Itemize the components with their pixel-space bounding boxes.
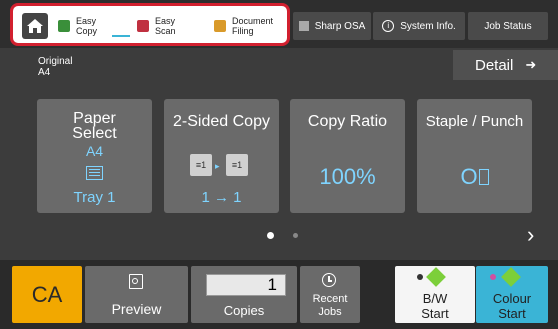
history-icon: [322, 273, 336, 287]
detail-label: Detail: [475, 56, 514, 74]
home-button[interactable]: [22, 13, 48, 39]
tile-paper-select[interactable]: Paper Select A4 Tray 1: [37, 99, 152, 213]
copies-label: Copies: [223, 303, 265, 318]
shortcut-label: Document Filing: [232, 16, 274, 36]
sharp-osa-button[interactable]: Sharp OSA: [293, 12, 371, 40]
tile-2-sided-copy[interactable]: 2-Sided Copy ≡1 ▸ ≡1 1 → 1: [164, 99, 279, 213]
system-info-button[interactable]: i System Info.: [373, 12, 465, 40]
page-indicator[interactable]: [293, 233, 298, 238]
copies-control[interactable]: 1 Copies: [191, 266, 297, 323]
colour-start-button[interactable]: Colour Start: [476, 266, 548, 323]
copies-input[interactable]: 1: [206, 274, 286, 296]
shortcut-easy-copy[interactable]: Easy Copy: [58, 12, 97, 40]
recent-jobs-label: Recent Jobs: [312, 293, 348, 318]
copier-screen: Easy Copy Easy Scan Document Filing Shar…: [0, 0, 558, 329]
preview-button[interactable]: Preview: [85, 266, 188, 323]
bw-start-button[interactable]: B/W Start: [395, 266, 475, 323]
tile-title: Paper Select: [72, 110, 117, 142]
copy-ratio-value: 100%: [319, 164, 376, 189]
tile-title: 2-Sided Copy: [173, 113, 270, 130]
staple-punch-off-value: O: [460, 164, 478, 189]
shortcut-label: Easy Copy: [76, 16, 98, 36]
next-page-arrow-icon[interactable]: ›: [527, 222, 534, 248]
shortcut-label: Easy Scan: [155, 16, 176, 36]
bw-start-label: B/W Start: [421, 291, 449, 321]
paper-tray-icon: [86, 166, 103, 180]
two-sided-copy-icon: ≡1 ▸ ≡1: [190, 154, 252, 178]
detail-button[interactable]: Detail ➜: [453, 50, 558, 80]
two-sided-mode-value: 1 → 1: [201, 189, 242, 206]
paper-tray-value: Tray 1: [73, 189, 116, 206]
job-status-label: Job Status: [484, 20, 532, 32]
clear-all-button[interactable]: CA: [12, 266, 82, 323]
system-info-label: System Info.: [400, 20, 456, 32]
original-label: Original: [38, 56, 73, 67]
sharp-osa-icon: [298, 21, 309, 31]
document-filing-icon: [214, 20, 226, 32]
ca-label: CA: [31, 281, 63, 307]
paper-size-value: A4: [85, 143, 104, 159]
preview-label: Preview: [111, 301, 162, 317]
staple-punch-value: O: [417, 164, 532, 190]
shortcut-document-filing[interactable]: Document Filing: [214, 12, 273, 40]
start-diamond-icon: [426, 267, 446, 287]
easy-scan-icon: [137, 20, 149, 32]
tile-title: Copy Ratio: [307, 113, 388, 130]
colour-start-label: Colour Start: [492, 291, 532, 321]
black-dot-icon: [417, 274, 423, 280]
page-indicator-active: [267, 232, 274, 239]
preview-icon: [129, 274, 143, 289]
original-info: Original A4: [38, 56, 72, 78]
recent-jobs-button[interactable]: Recent Jobs: [300, 266, 360, 323]
staple-icon: [478, 169, 489, 185]
tile-title: Staple / Punch: [425, 113, 524, 130]
start-diamond-icon: [501, 267, 521, 287]
tile-staple-punch[interactable]: Staple / Punch O: [417, 99, 532, 213]
job-status-button[interactable]: Job Status: [468, 12, 548, 40]
original-value: A4: [38, 67, 51, 78]
active-indicator: [112, 35, 130, 37]
easy-copy-icon: [58, 20, 70, 32]
arrow-right-icon: ➜: [525, 57, 537, 72]
info-icon: i: [382, 20, 395, 32]
colour-dot-icon: [490, 274, 496, 280]
home-icon: [27, 19, 43, 33]
tile-copy-ratio[interactable]: Copy Ratio 100%: [290, 99, 405, 213]
sharp-osa-label: Sharp OSA: [314, 20, 366, 32]
shortcut-easy-scan[interactable]: Easy Scan: [137, 12, 176, 40]
